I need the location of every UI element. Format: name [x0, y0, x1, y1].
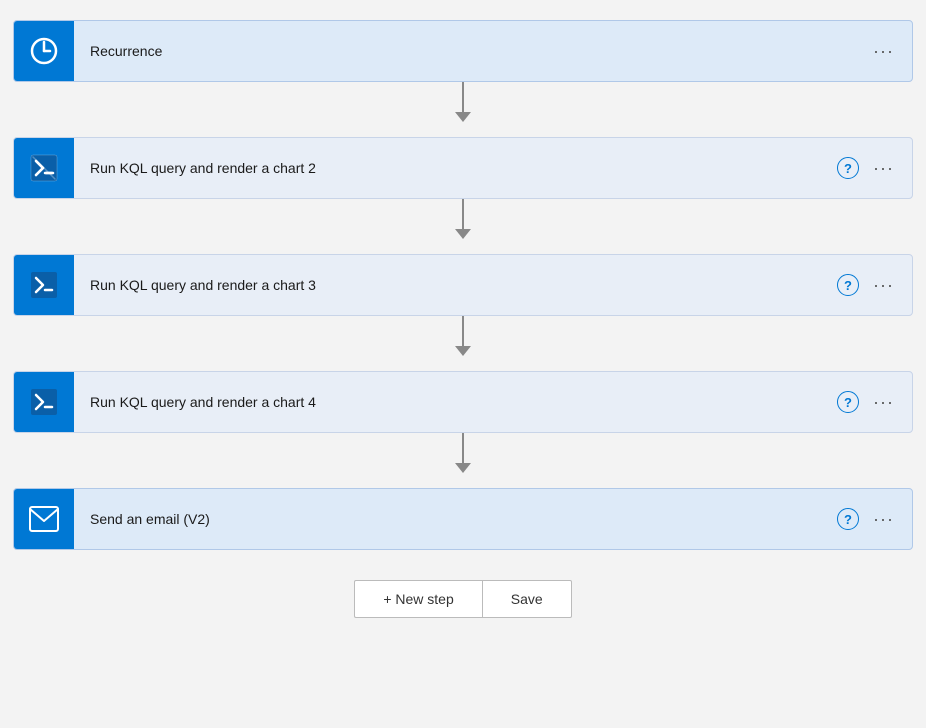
save-button[interactable]: Save — [482, 580, 572, 618]
kql2-label: Run KQL query and render a chart 2 — [74, 160, 837, 176]
connector-arrow-2 — [455, 229, 471, 239]
kql4-icon — [14, 372, 74, 432]
recurrence-actions: ··· — [869, 40, 912, 62]
email-icon — [14, 489, 74, 549]
kql2-more-button[interactable]: ··· — [869, 157, 898, 179]
step-kql4[interactable]: Run KQL query and render a chart 4 ? ··· — [13, 371, 913, 433]
connector-arrow-3 — [455, 346, 471, 356]
kql4-actions: ? ··· — [837, 391, 912, 413]
kql2-help-button[interactable]: ? — [837, 157, 859, 179]
connector-4 — [455, 433, 471, 488]
kql4-label: Run KQL query and render a chart 4 — [74, 394, 837, 410]
step-recurrence[interactable]: Recurrence ··· — [13, 20, 913, 82]
kql4-more-button[interactable]: ··· — [869, 391, 898, 413]
email-help-button[interactable]: ? — [837, 508, 859, 530]
kql2-icon — [14, 138, 74, 198]
step-kql3[interactable]: Run KQL query and render a chart 3 ? ··· — [13, 254, 913, 316]
recurrence-more-button[interactable]: ··· — [869, 40, 898, 62]
kql3-icon — [14, 255, 74, 315]
kql3-actions: ? ··· — [837, 274, 912, 296]
connector-line-3 — [462, 316, 464, 346]
step-email[interactable]: Send an email (V2) ? ··· — [13, 488, 913, 550]
connector-2 — [455, 199, 471, 254]
connector-3 — [455, 316, 471, 371]
flow-container: Recurrence ··· Run KQL query and render … — [13, 20, 913, 618]
email-label: Send an email (V2) — [74, 511, 837, 527]
connector-line-4 — [462, 433, 464, 463]
recurrence-icon — [14, 21, 74, 81]
new-step-button[interactable]: + New step — [354, 580, 481, 618]
kql2-actions: ? ··· — [837, 157, 912, 179]
bottom-buttons: + New step Save — [354, 580, 571, 618]
kql3-more-button[interactable]: ··· — [869, 274, 898, 296]
recurrence-label: Recurrence — [74, 43, 869, 59]
connector-arrow-1 — [455, 112, 471, 122]
connector-line-2 — [462, 199, 464, 229]
connector-arrow-4 — [455, 463, 471, 473]
connector-line-1 — [462, 82, 464, 112]
email-actions: ? ··· — [837, 508, 912, 530]
step-kql2[interactable]: Run KQL query and render a chart 2 ? ··· — [13, 137, 913, 199]
kql4-help-button[interactable]: ? — [837, 391, 859, 413]
kql3-label: Run KQL query and render a chart 3 — [74, 277, 837, 293]
email-more-button[interactable]: ··· — [869, 508, 898, 530]
kql3-help-button[interactable]: ? — [837, 274, 859, 296]
connector-1 — [455, 82, 471, 137]
